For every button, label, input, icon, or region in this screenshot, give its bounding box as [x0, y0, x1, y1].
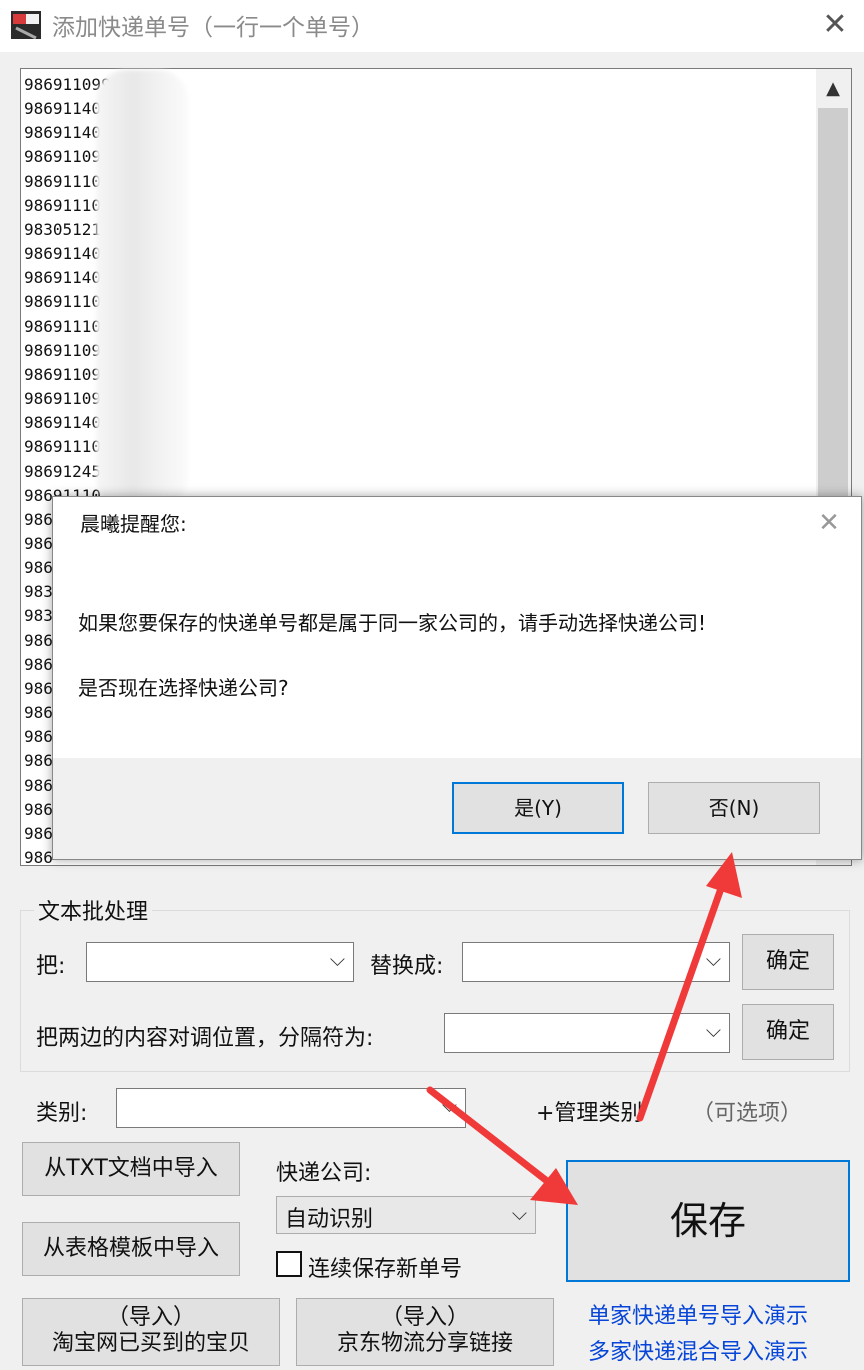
arrow-to-no-button-icon [636, 852, 742, 1122]
arrow-to-save-icon [426, 1086, 578, 1205]
annotation-arrows [426, 852, 742, 1205]
